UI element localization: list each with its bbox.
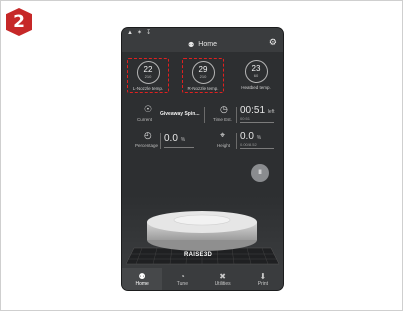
heatbed-current-temp: 23: [251, 64, 261, 73]
l-nozzle-temp-label: L-Nozzle temp.: [132, 86, 164, 91]
tab-tune[interactable]: ◔ Tune: [162, 268, 202, 290]
current-file-icon: ☉: [144, 104, 153, 114]
info-row-percent-height: ◴ Percentage 0.0 % ⌖ Height 0.0 % 0.00/8…: [122, 130, 283, 154]
r-nozzle-target-temp: 210: [199, 74, 207, 79]
height-unit: %: [256, 135, 262, 141]
page-title: Home: [198, 41, 217, 48]
gear-icon[interactable]: ⚙: [269, 37, 277, 48]
bluetooth-icon: ✶: [136, 30, 142, 36]
r-nozzle-current-temp: 29: [198, 65, 208, 74]
current-caption: Current: [137, 117, 153, 122]
utilities-icon: ✖: [219, 271, 226, 281]
time-est-underline: [240, 122, 274, 123]
heatbed-temp-ring: 23 60: [244, 60, 268, 83]
tab-tune-label: Tune: [176, 280, 188, 287]
percentage-caption: Percentage: [135, 143, 159, 148]
percentage-underline: [164, 147, 194, 148]
time-est-sub: 00:51: [240, 116, 251, 121]
time-est-number: 00:51: [240, 105, 266, 116]
divider: [236, 107, 237, 123]
current-file-name[interactable]: Giveaway Spin...: [160, 111, 199, 117]
heatbed-temp-card[interactable]: 23 60 Heatbed temp.: [235, 58, 277, 93]
l-nozzle-target-temp: 210: [144, 74, 152, 79]
printer-group-icon: ⚉: [188, 41, 195, 49]
wifi-icon: ▲: [127, 29, 133, 36]
tab-utilities-label: Utilities: [214, 280, 231, 287]
info-row-file-time: ☉ Current Giveaway Spin... ◷ Time Est. 0…: [122, 104, 283, 128]
percentage-value: 0.0 %: [164, 133, 185, 144]
time-est-value: 00:51 left: [240, 105, 274, 116]
heatbed-target-temp: 60: [253, 73, 259, 78]
tab-home[interactable]: ⚉ Home: [122, 268, 163, 290]
height-caption: Height: [217, 143, 231, 148]
tune-icon: ◔: [179, 271, 185, 281]
r-nozzle-temp-ring: 29 210: [191, 61, 215, 84]
tab-home-label: Home: [135, 280, 149, 287]
height-number: 0.0: [240, 131, 254, 142]
print-bed-preview: RAISE3D: [122, 196, 283, 268]
height-sub: 0.00/8.52: [240, 142, 257, 147]
pause-button[interactable]: II: [251, 164, 269, 182]
print-icon: ⬇: [259, 271, 267, 281]
bottom-tab-bar: ⚉ Home ◔ Tune ✖ Utilities ⬇ Print: [122, 268, 283, 290]
percentage-icon: ◴: [144, 130, 152, 140]
height-icon: ⌖: [220, 130, 226, 140]
clock-icon: ◷: [220, 104, 228, 114]
tab-print-label: Print: [257, 280, 269, 287]
app-header: ⚉ Home: [122, 37, 283, 52]
tab-utilities[interactable]: ✖ Utilities: [203, 268, 243, 290]
divider: [236, 133, 237, 149]
home-icon: ⚉: [138, 271, 146, 281]
time-est-unit: left: [267, 109, 275, 115]
percentage-number: 0.0: [164, 133, 178, 144]
percentage-unit: %: [180, 137, 186, 143]
phone-screen: ▲ ✶ ↧ ⚉ Home ⚙ 22 210 L-Nozzle temp. 29 …: [122, 28, 283, 290]
l-nozzle-current-temp: 22: [143, 65, 153, 74]
raise3d-logo: RAISE3D: [184, 252, 213, 258]
height-underline: [240, 148, 274, 149]
divider: [204, 107, 205, 123]
l-nozzle-temp-card[interactable]: 22 210 L-Nozzle temp.: [127, 58, 169, 93]
r-nozzle-temp-card[interactable]: 29 210 R-Nozzle temp.: [182, 58, 224, 93]
time-est-caption: Time Est.: [213, 117, 232, 122]
usb-icon: ↧: [145, 30, 152, 36]
divider: [160, 133, 161, 149]
status-bar: ▲ ✶ ↧: [122, 28, 283, 37]
height-value: 0.0 %: [240, 131, 261, 142]
tab-print[interactable]: ⬇ Print: [243, 268, 283, 290]
l-nozzle-temp-ring: 22 210: [136, 61, 160, 84]
heatbed-temp-label: Heatbed temp.: [241, 85, 271, 90]
r-nozzle-temp-label: R-Nozzle temp.: [187, 86, 219, 91]
